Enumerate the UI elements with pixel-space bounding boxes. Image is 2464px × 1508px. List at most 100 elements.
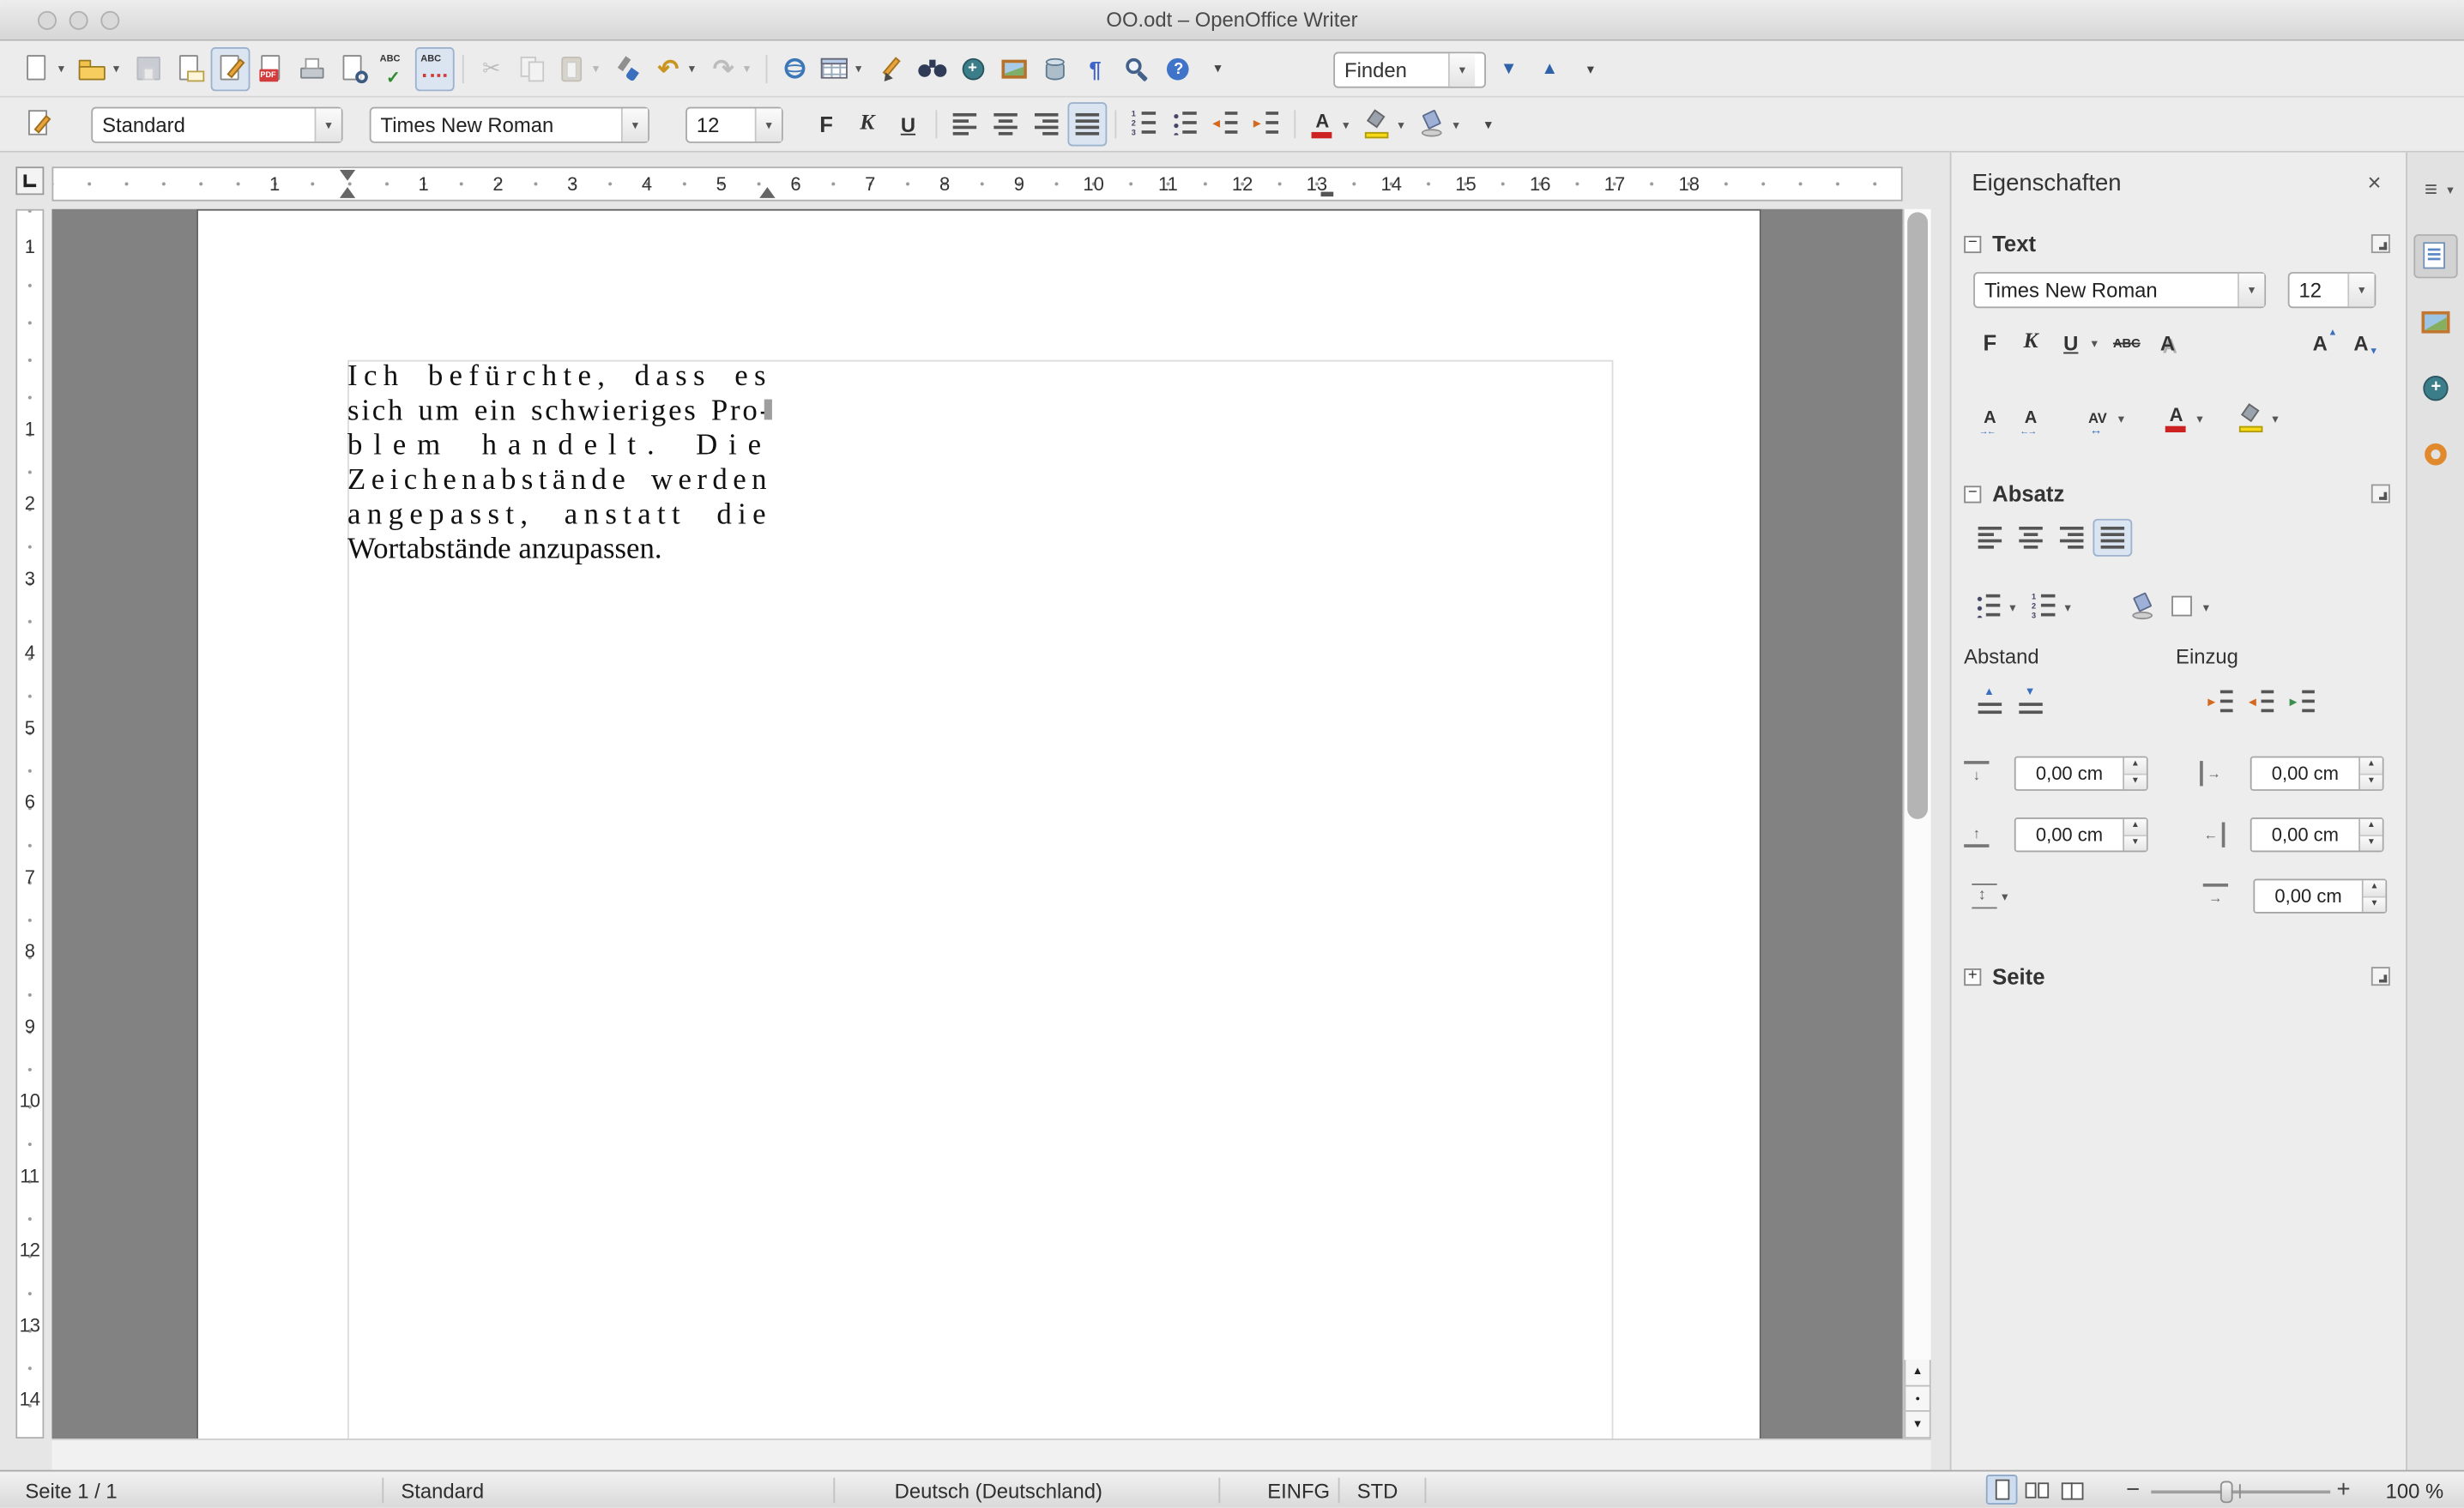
navigator-icon[interactable] [953, 46, 993, 90]
dropdown-arrow-icon[interactable]: ▾ [2087, 335, 2102, 349]
align-left-icon[interactable] [1970, 519, 2009, 557]
data-sources-icon[interactable] [1035, 46, 1074, 90]
book-view-button[interactable] [2055, 1475, 2087, 1505]
hyperlink-icon[interactable] [776, 46, 815, 90]
dropdown-arrow-icon[interactable]: ▾ [2347, 273, 2375, 307]
sidebar-font-size-combo[interactable]: 12 ▾ [2287, 272, 2376, 309]
document-page[interactable]: Ich befürchte, dass es sich um ein schwie… [196, 208, 1761, 1439]
highlight-icon[interactable]: ▾ [2233, 400, 2286, 437]
spinner-buttons[interactable]: ▲ ▼ [2123, 818, 2147, 851]
align-center-icon[interactable] [986, 102, 1025, 146]
collapse-icon[interactable]: − [1964, 485, 1982, 503]
increase-indent-icon[interactable] [1247, 102, 1286, 146]
justify-icon[interactable] [2093, 518, 2133, 557]
dropdown-arrow-icon[interactable]: ▾ [1448, 52, 1476, 86]
single-page-view-button[interactable] [1985, 1475, 2018, 1505]
decrease-paragraph-spacing-icon[interactable] [2011, 684, 2050, 721]
page-style-status[interactable]: Standard [401, 1480, 484, 1503]
align-left-icon[interactable] [945, 102, 985, 146]
hanging-indent-icon[interactable] [2283, 684, 2322, 721]
dropdown-arrow-icon[interactable]: ▾ [108, 61, 124, 75]
paste-icon[interactable]: ▾ [553, 46, 607, 90]
insert-mode-status[interactable]: EINFG [1267, 1480, 1330, 1503]
next-page-button[interactable]: ▼ [1904, 1412, 1931, 1439]
dropdown-arrow-icon[interactable]: ▾ [2268, 411, 2283, 425]
open-icon[interactable]: ▾ [74, 46, 127, 90]
first-line-indent-field[interactable]: 0,00 cm ▲ ▼ [2253, 878, 2388, 914]
help-icon[interactable] [1157, 46, 1197, 90]
left-indent-marker[interactable] [339, 187, 356, 198]
sidebar-settings-icon[interactable] [2413, 168, 2457, 212]
undo-icon[interactable]: ↶ ▾ [649, 46, 703, 90]
properties-deck-icon[interactable] [2413, 234, 2458, 279]
new-document-icon[interactable]: ▾ [19, 46, 72, 90]
collapse-icon[interactable]: − [1964, 234, 1982, 253]
titlebar[interactable]: OO.odt – OpenOffice Writer [0, 0, 2464, 41]
underline-icon[interactable]: U ▾ [2052, 324, 2105, 362]
dropdown-arrow-icon[interactable]: ▾ [2238, 273, 2265, 307]
bullet-list-icon[interactable]: ▾ [1970, 588, 2023, 625]
right-indent-marker[interactable] [759, 187, 776, 198]
justify-icon[interactable] [1067, 102, 1108, 147]
page-number-status[interactable]: Seite 1 / 1 [25, 1480, 117, 1503]
spinner-buttons[interactable]: ▲ ▼ [2358, 818, 2382, 851]
dropdown-arrow-icon[interactable]: ▾ [754, 107, 782, 142]
dropdown-arrow-icon[interactable]: ▾ [53, 61, 69, 75]
character-spacing-icon[interactable]: AV▾ [2079, 400, 2132, 437]
cut-icon[interactable]: ✂ [472, 46, 511, 90]
document-view[interactable]: Ich befürchte, dass es sich um ein schwie… [51, 208, 1903, 1439]
table-icon[interactable]: ▾ [816, 46, 869, 90]
bullet-list-icon[interactable] [1165, 102, 1205, 146]
vertical-ruler[interactable]: 1 1 2 3 4 5 6 7 8 9 10 11 12 13 14 [15, 208, 45, 1439]
underline-icon[interactable]: U [889, 102, 928, 146]
export-pdf-icon[interactable] [251, 46, 291, 90]
spacing-above-field[interactable]: 0,00 cm ▲ ▼ [2014, 756, 2148, 791]
dropdown-arrow-icon[interactable]: ▾ [2113, 411, 2129, 425]
horizontal-ruler[interactable]: 1 1 2 3 4 5 6 7 8 9 10 11 12 13 14 15 16 17 18 [51, 166, 1903, 202]
clone-formatting-icon[interactable] [608, 46, 648, 90]
strikethrough-icon[interactable]: ABC [2107, 324, 2147, 362]
spacing-below-field[interactable]: 0,00 cm ▲ ▼ [2014, 817, 2148, 853]
paragraph-background-icon[interactable]: ▾ [1414, 102, 1467, 146]
find-previous-icon[interactable]: ▲ [1530, 47, 1569, 91]
draw-functions-icon[interactable] [871, 46, 910, 90]
dropdown-arrow-icon[interactable]: ▾ [1393, 118, 1409, 131]
align-right-icon[interactable] [2052, 519, 2092, 557]
text-dialog-launcher-icon[interactable] [2370, 234, 2390, 254]
dropdown-arrow-icon[interactable]: ▾ [620, 107, 649, 142]
dropdown-arrow-icon[interactable]: ▾ [2060, 600, 2075, 613]
save-icon[interactable] [129, 46, 168, 90]
align-right-icon[interactable] [1027, 102, 1066, 146]
nonprinting-characters-icon[interactable]: ¶ [1076, 46, 1115, 90]
section-text-header[interactable]: − Text [1952, 225, 2407, 262]
dropdown-arrow-icon[interactable]: ▾ [2192, 411, 2207, 425]
zoom-slider[interactable] [2151, 1481, 2331, 1504]
find-input[interactable] [1335, 57, 1449, 81]
find-next-icon[interactable]: ▼ [1489, 47, 1529, 91]
paragraph-background-icon[interactable] [2123, 588, 2162, 625]
dropdown-arrow-icon[interactable]: ▾ [2198, 600, 2213, 613]
scrollbar-thumb[interactable] [1907, 212, 1929, 819]
decrease-indent-icon[interactable] [1206, 102, 1246, 146]
tab-stop-type-selector[interactable] [15, 166, 45, 196]
maximize-button[interactable] [100, 10, 120, 30]
align-center-icon[interactable] [2011, 519, 2050, 557]
email-document-icon[interactable] [170, 46, 209, 90]
navigator-deck-icon[interactable] [2413, 366, 2457, 410]
decrease-indent-icon[interactable] [2243, 684, 2282, 721]
vertical-scrollbar[interactable] [1902, 208, 1931, 1360]
minimize-button[interactable] [69, 10, 88, 30]
dropdown-arrow-icon[interactable]: ▾ [1338, 118, 1354, 131]
navigate-by-button[interactable]: ● [1904, 1385, 1931, 1413]
decrease-spacing-icon[interactable]: A [1970, 400, 2009, 437]
sidebar-font-name-combo[interactable]: Times New Roman ▾ [1973, 272, 2267, 309]
font-color-icon[interactable]: A ▾ [1303, 102, 1356, 146]
shadow-icon[interactable]: A [2148, 324, 2188, 362]
increase-spacing-icon[interactable]: A [2011, 400, 2050, 437]
numbered-list-icon[interactable]: ▾ [2026, 588, 2079, 625]
expand-icon[interactable]: + [1964, 967, 1982, 986]
indent-before-field[interactable]: 0,00 cm ▲ ▼ [2250, 756, 2384, 791]
page-dialog-launcher-icon[interactable] [2370, 967, 2390, 986]
line-spacing-button[interactable]: ▾ [1970, 882, 2030, 910]
edit-file-icon[interactable] [210, 46, 251, 91]
